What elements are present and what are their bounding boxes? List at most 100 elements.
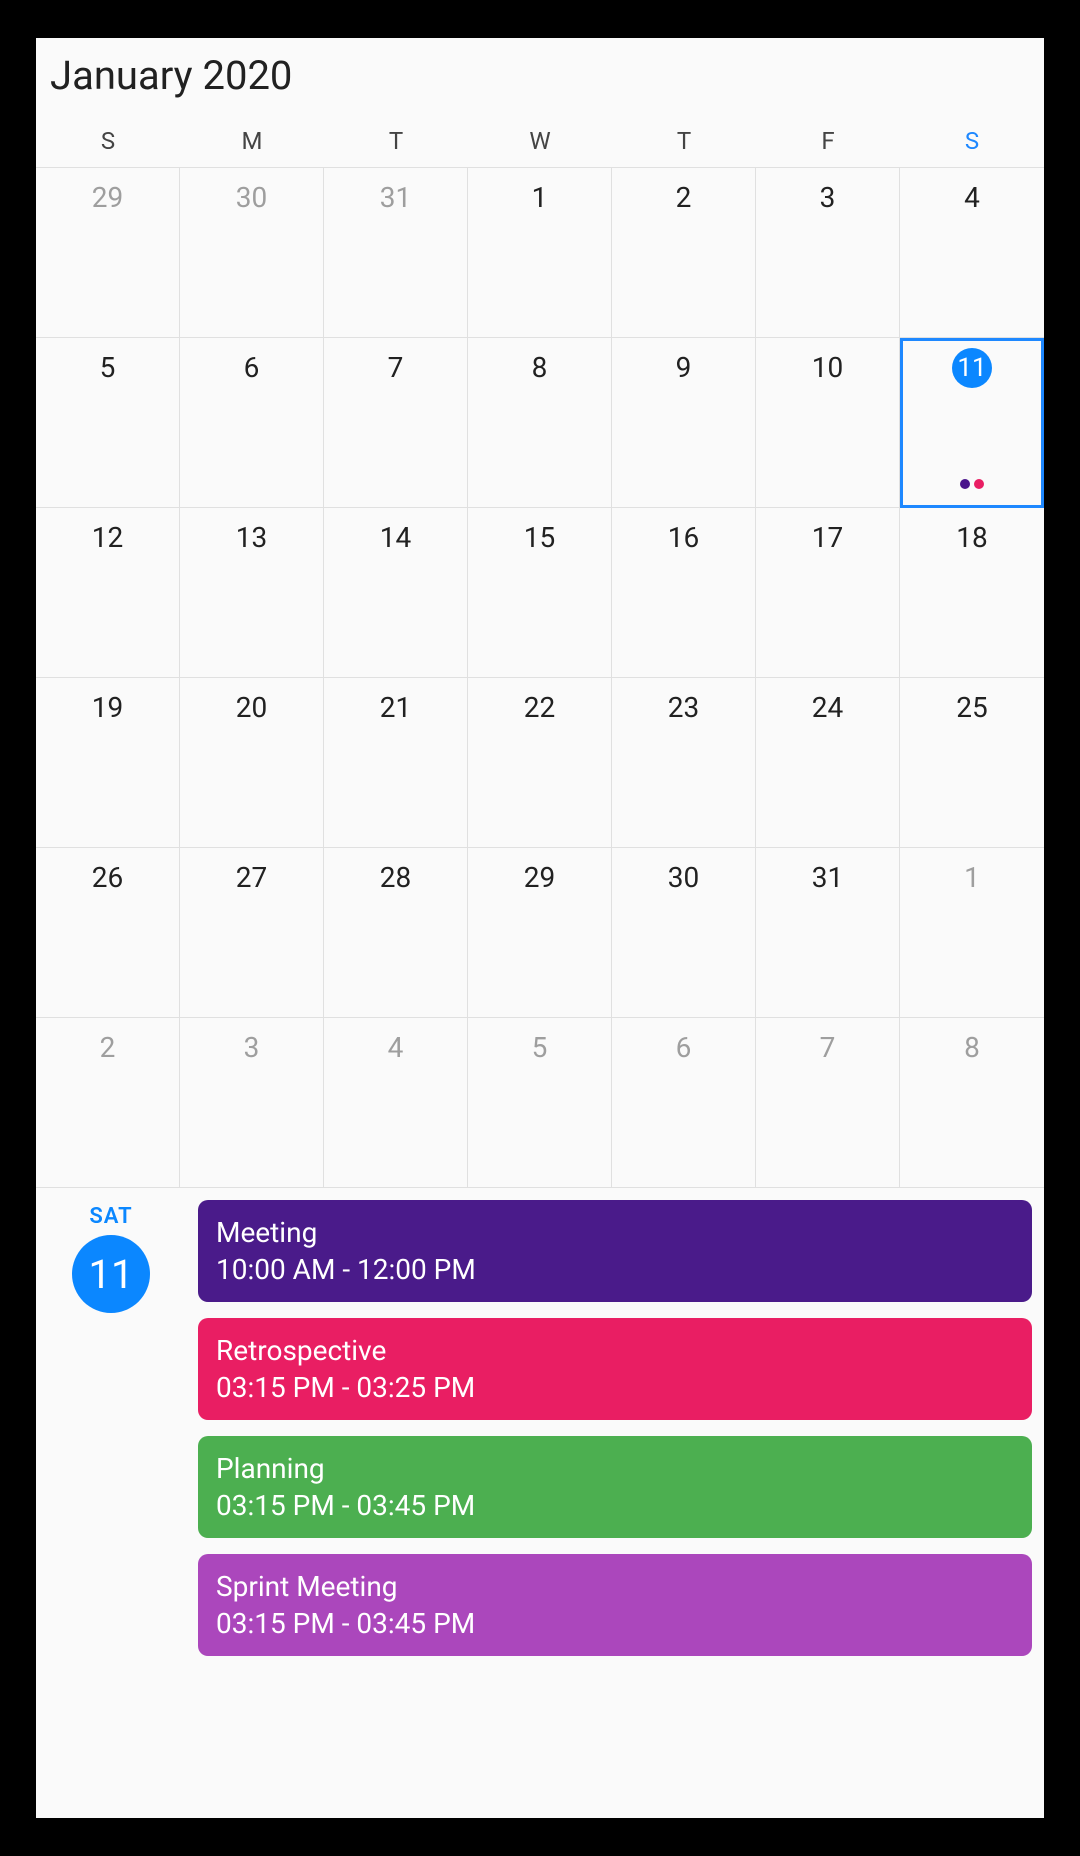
day-number: 4 [388,1028,404,1068]
day-cell[interactable]: 17 [756,508,900,678]
day-cell[interactable]: 27 [180,848,324,1018]
day-cell[interactable]: 16 [612,508,756,678]
day-number: 10 [812,348,843,388]
day-cell[interactable]: 13 [180,508,324,678]
day-cell[interactable]: 15 [468,508,612,678]
day-number: 20 [236,688,267,728]
day-cell[interactable]: 5 [468,1018,612,1188]
day-cell[interactable]: 2 [612,168,756,338]
day-cell[interactable]: 31 [324,168,468,338]
event-title: Retrospective [216,1334,1014,1367]
event-time: 10:00 AM - 12:00 PM [216,1253,1014,1286]
day-number: 3 [820,178,836,218]
day-number: 2 [100,1028,116,1068]
day-cell[interactable]: 7 [324,338,468,508]
agenda-day-number: 11 [72,1235,150,1313]
day-number: 1 [532,178,548,218]
day-number: 7 [820,1028,836,1068]
day-number: 19 [92,688,123,728]
day-number: 12 [92,518,123,558]
weekday-label: F [756,127,900,155]
event-card[interactable]: Planning03:15 PM - 03:45 PM [198,1436,1032,1538]
agenda-date: SAT 11 [36,1200,186,1806]
day-cell[interactable]: 3 [756,168,900,338]
day-number: 24 [812,688,843,728]
day-number: 8 [964,1028,980,1068]
day-number: 31 [812,858,843,898]
day-number: 6 [676,1028,692,1068]
event-dot [960,479,970,489]
calendar-header: January 2020 [36,38,1044,109]
day-number: 16 [668,518,699,558]
day-number: 9 [676,348,692,388]
day-cell[interactable]: 30 [612,848,756,1018]
event-title: Sprint Meeting [216,1570,1014,1603]
day-cell[interactable]: 4 [900,168,1044,338]
day-cell[interactable]: 2 [36,1018,180,1188]
day-cell[interactable]: 21 [324,678,468,848]
day-cell[interactable]: 5 [36,338,180,508]
day-cell[interactable]: 23 [612,678,756,848]
day-cell[interactable]: 10 [756,338,900,508]
day-number: 31 [380,178,411,218]
day-cell[interactable]: 9 [612,338,756,508]
weekday-label: T [612,127,756,155]
day-cell[interactable]: 30 [180,168,324,338]
day-number: 18 [956,518,987,558]
month-title[interactable]: January 2020 [50,52,1030,99]
day-number: 8 [532,348,548,388]
event-time: 03:15 PM - 03:45 PM [216,1607,1014,1640]
event-card[interactable]: Sprint Meeting 03:15 PM - 03:45 PM [198,1554,1032,1656]
day-cell[interactable]: 6 [180,338,324,508]
event-card[interactable]: Meeting 10:00 AM - 12:00 PM [198,1200,1032,1302]
weekday-label: T [324,127,468,155]
agenda-panel: SAT 11 Meeting 10:00 AM - 12:00 PM Retrosp… [36,1188,1044,1818]
day-cell[interactable]: 18 [900,508,1044,678]
today-indicator: 11 [952,348,992,388]
day-cell[interactable]: 31 [756,848,900,1018]
day-cell[interactable]: 6 [612,1018,756,1188]
event-title: Planning [216,1452,1014,1485]
day-cell[interactable]: 4 [324,1018,468,1188]
day-cell[interactable]: 3 [180,1018,324,1188]
day-cell[interactable]: 22 [468,678,612,848]
day-cell[interactable]: 14 [324,508,468,678]
event-card[interactable]: Retrospective 03:15 PM - 03:25 PM [198,1318,1032,1420]
day-number: 26 [92,858,123,898]
day-number: 29 [524,858,555,898]
day-cell[interactable]: 19 [36,678,180,848]
day-number: 27 [236,858,267,898]
day-cell[interactable]: 24 [756,678,900,848]
day-number: 28 [380,858,411,898]
day-cell[interactable]: 28 [324,848,468,1018]
day-cell[interactable]: 8 [900,1018,1044,1188]
calendar-app: January 2020 SMTWTFS 2930311234567891011… [36,38,1044,1818]
day-number: 30 [236,178,267,218]
day-cell[interactable]: 25 [900,678,1044,848]
event-title: Meeting [216,1216,1014,1249]
event-time: 03:15 PM - 03:25 PM [216,1371,1014,1404]
day-cell[interactable]: 1 [468,168,612,338]
month-grid: 2930311234567891011121314151617181920212… [36,167,1044,1188]
weekday-label: M [180,127,324,155]
day-number: 13 [236,518,267,558]
day-cell[interactable]: 1 [900,848,1044,1018]
day-number: 23 [668,688,699,728]
day-cell[interactable]: 29 [36,168,180,338]
weekday-label: S [900,127,1044,155]
event-dots [900,479,1044,489]
day-cell[interactable]: 12 [36,508,180,678]
day-cell[interactable]: 7 [756,1018,900,1188]
day-cell[interactable]: 11 [900,338,1044,508]
day-number: 5 [100,348,116,388]
weekday-label: W [468,127,612,155]
day-number: 30 [668,858,699,898]
day-cell[interactable]: 20 [180,678,324,848]
day-cell[interactable]: 26 [36,848,180,1018]
day-number: 3 [244,1028,260,1068]
day-cell[interactable]: 29 [468,848,612,1018]
day-number: 29 [92,178,123,218]
day-cell[interactable]: 8 [468,338,612,508]
day-number: 4 [964,178,980,218]
day-number: 15 [524,518,555,558]
